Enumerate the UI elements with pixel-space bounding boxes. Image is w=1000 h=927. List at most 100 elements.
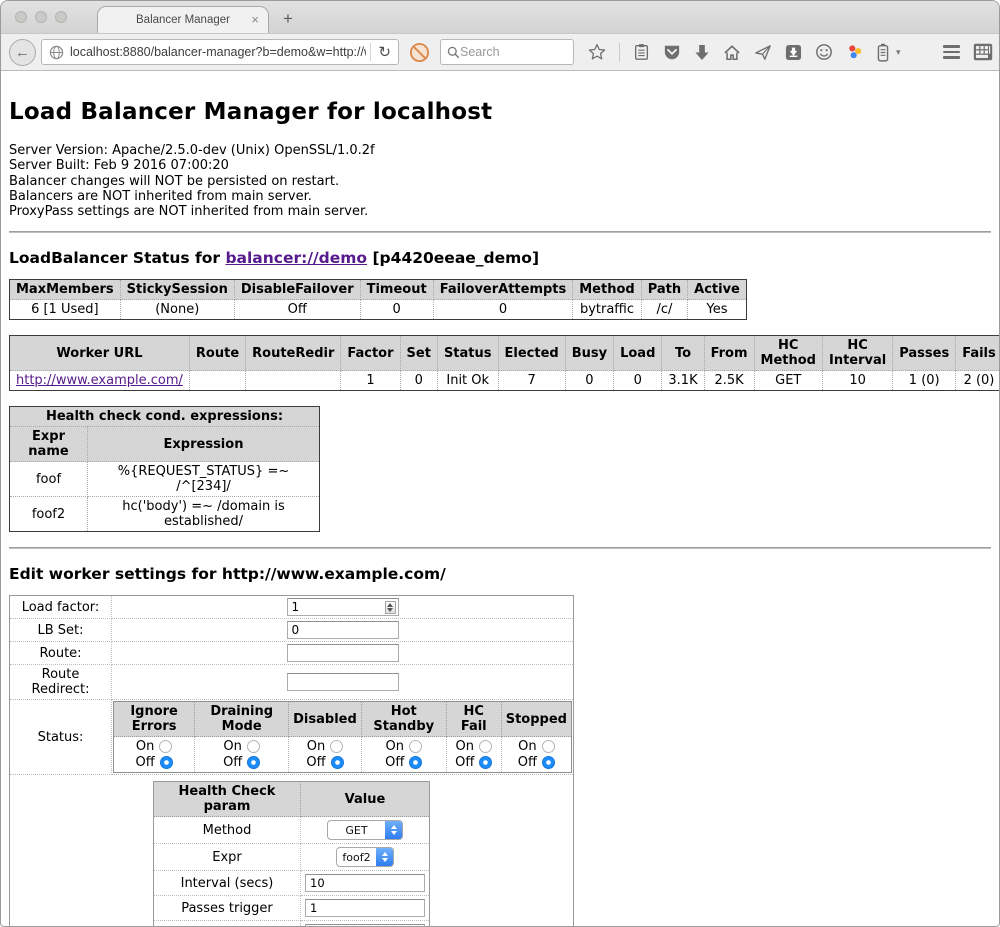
cell-factor: 1: [341, 371, 400, 391]
tab-bar: Balancer Manager × +: [1, 1, 999, 33]
cell-busy: 0: [565, 371, 613, 391]
tab-close-icon[interactable]: ×: [251, 12, 259, 27]
chat-smiley-icon[interactable]: [815, 43, 833, 61]
extension-download-icon[interactable]: [785, 44, 802, 61]
window-close-icon[interactable]: [15, 11, 27, 23]
page-title: Load Balancer Manager for localhost: [9, 99, 991, 125]
hot-standby-off-radio[interactable]: [409, 756, 422, 769]
select-arrows-icon: [385, 821, 402, 839]
url-text[interactable]: localhost:8880/balancer-manager?b=demo&w…: [70, 45, 366, 59]
content-blocked-icon[interactable]: [409, 42, 430, 63]
heading-prefix: LoadBalancer Status for: [9, 249, 225, 267]
load-factor-input[interactable]: [287, 598, 399, 616]
col-stickysession: StickySession: [120, 280, 234, 300]
ignore-errors-on-radio[interactable]: [159, 740, 172, 753]
off-label: Off: [455, 755, 474, 770]
navigation-toolbar: ← localhost:8880/balancer-manager?b=demo…: [1, 33, 999, 71]
new-tab-button[interactable]: +: [283, 9, 293, 29]
col-busy: Busy: [565, 336, 613, 371]
hot-standby-on-radio[interactable]: [409, 740, 422, 753]
worker-url-link[interactable]: http://www.example.com/: [16, 373, 183, 388]
colored-dots-icon[interactable]: [846, 43, 864, 61]
col-to: To: [662, 336, 704, 371]
col-set: Set: [400, 336, 437, 371]
hc-interval-row: Interval (secs): [154, 871, 430, 896]
hc-expr-row: Expr foof2: [154, 844, 430, 871]
hc-method-label: Method: [154, 817, 301, 844]
cell-expr-name: foof2: [10, 497, 88, 532]
download-icon[interactable]: [694, 44, 710, 61]
apps-grid-icon[interactable]: [973, 43, 993, 61]
inherit-note-line: Balancers are NOT inherited from main se…: [9, 189, 991, 204]
hc-fail-off-radio[interactable]: [479, 756, 492, 769]
route-redirect-input[interactable]: [287, 673, 399, 691]
tab-title: Balancer Manager: [136, 14, 230, 26]
ignore-errors-off-radio[interactable]: [160, 756, 173, 769]
search-input[interactable]: [460, 45, 550, 59]
worker-status-table: Worker URL Route RouteRedir Factor Set S…: [9, 335, 1000, 391]
send-icon[interactable]: [754, 44, 772, 61]
reload-icon[interactable]: ↻: [378, 45, 391, 60]
hc-method-select[interactable]: GET: [327, 820, 403, 840]
disabled-off-radio[interactable]: [331, 756, 344, 769]
col-failoverattempts: FailoverAttempts: [433, 280, 573, 300]
col-hc-method: HC Method: [754, 336, 822, 371]
menu-hamburger-icon[interactable]: [943, 45, 960, 59]
draining-mode-on-radio[interactable]: [247, 740, 260, 753]
lb-set-input[interactable]: [287, 621, 399, 639]
route-label: Route:: [10, 642, 112, 665]
hc-fail-on-radio[interactable]: [479, 740, 492, 753]
route-input[interactable]: [287, 644, 399, 662]
col-disabled: Disabled: [289, 702, 362, 737]
lb-set-label: LB Set:: [10, 619, 112, 642]
hc-passes-input[interactable]: [305, 899, 425, 917]
on-label: On: [518, 739, 536, 754]
home-icon[interactable]: [723, 44, 741, 61]
battery-icon[interactable]: [877, 43, 889, 62]
url-bar[interactable]: localhost:8880/balancer-manager?b=demo&w…: [41, 39, 399, 65]
window-zoom-icon[interactable]: [55, 11, 67, 23]
hc-interval-input[interactable]: [305, 874, 425, 892]
browser-window: Balancer Manager × + ← localhost:8880/ba…: [0, 0, 1000, 927]
on-label: On: [386, 739, 404, 754]
table-header-row: Worker URL Route RouteRedir Factor Set S…: [10, 336, 1000, 371]
col-method: Method: [573, 280, 641, 300]
divider: [370, 43, 371, 61]
page-content: Load Balancer Manager for localhost Serv…: [1, 71, 999, 927]
bookmark-star-icon[interactable]: [588, 43, 606, 61]
server-info: Server Version: Apache/2.5.0-dev (Unix) …: [9, 143, 991, 219]
col-worker-url: Worker URL: [10, 336, 190, 371]
hc-expr-select[interactable]: foof2: [336, 847, 394, 867]
number-spinner[interactable]: [385, 601, 396, 614]
cell-expression: hc('body') =~ /domain is established/: [88, 497, 320, 532]
browser-tab[interactable]: Balancer Manager ×: [97, 6, 269, 33]
table-header-row: Expr name Expression: [10, 427, 320, 462]
window-controls[interactable]: [15, 11, 67, 23]
server-version-line: Server Version: Apache/2.5.0-dev (Unix) …: [9, 143, 991, 158]
divider: [9, 231, 991, 233]
clipboard-icon[interactable]: [633, 43, 650, 61]
cell-hc-method: GET: [754, 371, 822, 391]
col-load: Load: [614, 336, 662, 371]
back-button[interactable]: ←: [9, 39, 36, 66]
cell-method: bytraffic: [573, 300, 641, 320]
disabled-on-radio[interactable]: [330, 740, 343, 753]
pocket-icon[interactable]: [663, 44, 681, 61]
window-minimize-icon[interactable]: [35, 11, 47, 23]
cell-active: Yes: [688, 300, 747, 320]
caret-down-icon[interactable]: ▾: [896, 47, 901, 58]
draining-mode-off-radio[interactable]: [247, 756, 260, 769]
heading-suffix: [p4420eeae_demo]: [367, 249, 539, 267]
stopped-off-radio[interactable]: [542, 756, 555, 769]
stopped-on-radio[interactable]: [542, 740, 555, 753]
cell-fails: 2 (0): [956, 371, 1000, 391]
balancer-link[interactable]: balancer://demo: [225, 249, 367, 267]
route-redirect-row: Route Redirect:: [10, 665, 574, 700]
col-route: Route: [189, 336, 245, 371]
off-label: Off: [136, 755, 155, 770]
col-path: Path: [641, 280, 687, 300]
load-factor-row: Load factor:: [10, 596, 574, 619]
status-header-row: Ignore Errors Draining Mode Disabled Hot…: [114, 702, 572, 737]
search-bar[interactable]: [440, 39, 574, 65]
col-hc-value: Value: [301, 782, 430, 817]
